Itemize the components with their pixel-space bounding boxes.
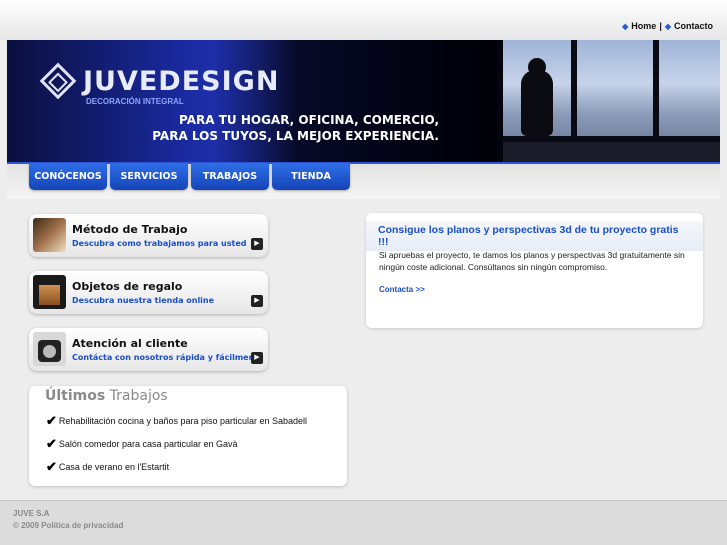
logo-mark-icon <box>39 62 77 100</box>
hero-banner: JUVEDESIGN DECORACIÓN INTEGRAL PARA TU H… <box>7 40 720 164</box>
promo-title: Consigue los planos y perspectivas 3d de… <box>366 221 703 251</box>
card-title: Método de Trabajo <box>72 223 188 236</box>
bullet-icon: ◆ <box>622 21 629 31</box>
footer: JUVE S.A © 2009 Politica de privacidad <box>0 500 727 545</box>
separator: | <box>659 21 662 31</box>
logo[interactable]: JUVEDESIGN <box>83 66 279 97</box>
card-objetos-regalo[interactable]: Objetos de regalo Descubra nuestra tiend… <box>29 271 268 314</box>
list-item[interactable]: ✔ Rehabilitación cocina y baños para pis… <box>46 413 307 429</box>
banner-photo <box>497 40 720 162</box>
card-metodo-trabajo[interactable]: Método de Trabajo Descubra como trabajam… <box>29 214 268 257</box>
card-title: Atención al cliente <box>72 337 188 350</box>
furniture-photo-icon <box>33 218 66 252</box>
top-bar: ◆ Home | ◆ Contacto <box>0 0 727 40</box>
card-title: Objetos de regalo <box>72 280 183 293</box>
nav-servicios[interactable]: SERVICIOS <box>110 163 188 190</box>
latest-works-heading: Últimos Trabajos <box>45 388 168 404</box>
nav-trabajos[interactable]: TRABAJOS <box>191 163 269 190</box>
nav-tienda[interactable]: TIENDA <box>272 163 350 190</box>
contact-link[interactable]: Contacto <box>674 21 713 31</box>
card-subtitle[interactable]: Contácta con nosotros rápida y fácilment… <box>72 353 264 362</box>
bullet-icon: ◆ <box>664 21 671 31</box>
nav-conocenos[interactable]: CONÓCENOS <box>29 163 107 190</box>
footer-company: JUVE S.A <box>13 509 50 518</box>
checkmark-icon: ✔ <box>46 459 57 474</box>
arrow-right-icon[interactable]: ▶ <box>251 295 263 307</box>
arrow-right-icon[interactable]: ▶ <box>251 238 263 250</box>
logo-subtitle: DECORACIÓN INTEGRAL <box>86 97 184 106</box>
gift-bag-icon <box>33 275 66 309</box>
promo-body: Si apruebas el proyecto, te damos los pl… <box>379 250 685 272</box>
tagline-line-1: PARA TU HOGAR, OFICINA, COMERCIO, <box>179 113 439 127</box>
card-atencion-cliente[interactable]: Atención al cliente Contácta con nosotro… <box>29 328 268 371</box>
child-silhouette-icon <box>521 58 553 136</box>
footer-copyright[interactable]: © 2009 Politica de privacidad <box>13 521 123 530</box>
arrow-right-icon[interactable]: ▶ <box>251 352 263 364</box>
card-subtitle[interactable]: Descubra nuestra tienda online <box>72 296 214 305</box>
promo-panel: Consigue los planos y perspectivas 3d de… <box>366 213 703 328</box>
checkmark-icon: ✔ <box>46 413 57 428</box>
tagline-line-2: PARA LOS TUYOS, LA MEJOR EXPERIENCIA. <box>152 129 439 143</box>
checkmark-icon: ✔ <box>46 436 57 451</box>
telephone-icon <box>33 332 66 366</box>
top-links: ◆ Home | ◆ Contacto <box>622 21 713 31</box>
contact-link[interactable]: Contacta >> <box>379 285 425 294</box>
main-nav: CONÓCENOS SERVICIOS TRABAJOS TIENDA <box>29 163 350 190</box>
home-link[interactable]: Home <box>631 21 656 31</box>
card-subtitle[interactable]: Descubra como trabajamos para usted <box>72 239 246 248</box>
list-item[interactable]: ✔ Casa de verano en l'Estartit <box>46 459 169 475</box>
list-item[interactable]: ✔ Salón comedor para casa particular en … <box>46 436 238 452</box>
